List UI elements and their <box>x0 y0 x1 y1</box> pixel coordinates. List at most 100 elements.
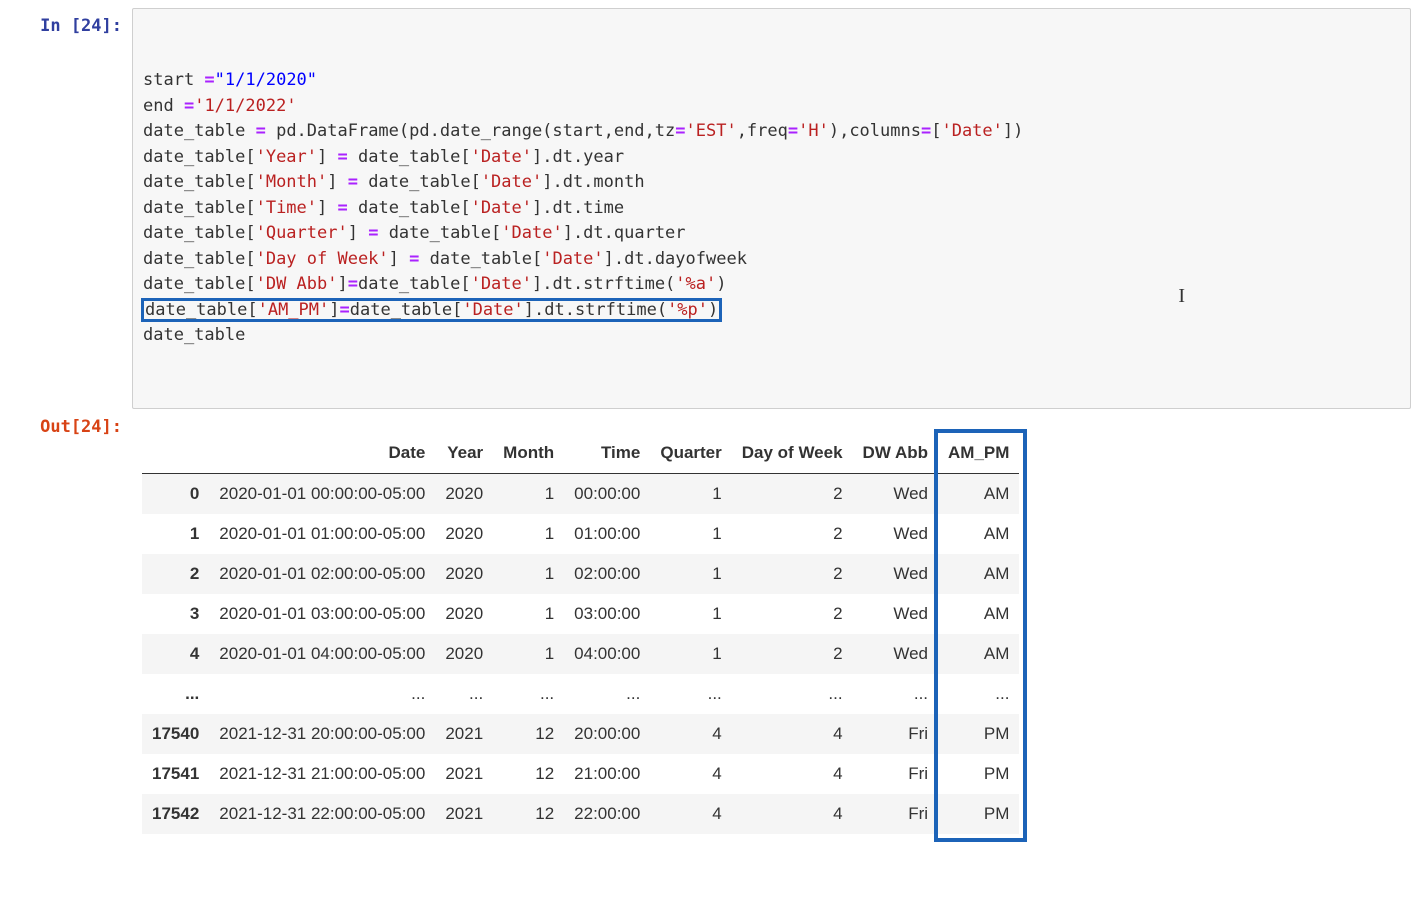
cell: 2 <box>732 634 853 674</box>
table-row: 22020-01-01 02:00:00-05:002020102:00:001… <box>142 554 1019 594</box>
cell: 2021 <box>435 714 493 754</box>
table-row: 42020-01-01 04:00:00-05:002020104:00:001… <box>142 634 1019 674</box>
cell: 4 <box>732 754 853 794</box>
cell: Wed <box>853 473 938 514</box>
cell: 1 <box>493 473 564 514</box>
cell: 2020-01-01 02:00:00-05:00 <box>209 554 435 594</box>
cell: 2021-12-31 21:00:00-05:00 <box>209 754 435 794</box>
cell: ... <box>564 674 650 714</box>
code-line: date_table <box>143 323 1400 349</box>
cell: 1 <box>650 514 731 554</box>
cell: 2020-01-01 00:00:00-05:00 <box>209 473 435 514</box>
cell: Wed <box>853 554 938 594</box>
column-header: Quarter <box>650 433 731 474</box>
cell: 2 <box>732 554 853 594</box>
row-index: 1 <box>142 514 209 554</box>
row-index: 0 <box>142 473 209 514</box>
cell: 4 <box>732 714 853 754</box>
row-index: 3 <box>142 594 209 634</box>
table-row: 175422021-12-31 22:00:00-05:0020211222:0… <box>142 794 1019 834</box>
cell: 21:00:00 <box>564 754 650 794</box>
cell: 04:00:00 <box>564 634 650 674</box>
cell: 2020-01-01 04:00:00-05:00 <box>209 634 435 674</box>
cell: ... <box>732 674 853 714</box>
column-header: DW Abb <box>853 433 938 474</box>
cell: 1 <box>650 554 731 594</box>
input-prompt: In [24]: <box>8 8 132 40</box>
cell: 2021-12-31 22:00:00-05:00 <box>209 794 435 834</box>
row-index: 17540 <box>142 714 209 754</box>
cell: ... <box>938 674 1019 714</box>
cell: 1 <box>650 473 731 514</box>
cell: Wed <box>853 634 938 674</box>
column-header: Day of Week <box>732 433 853 474</box>
cell: AM <box>938 514 1019 554</box>
code-line: date_table['Time'] = date_table['Date'].… <box>143 196 1400 222</box>
table-row: 02020-01-01 00:00:00-05:002020100:00:001… <box>142 473 1019 514</box>
cell: 4 <box>650 794 731 834</box>
code-line: date_table['Quarter'] = date_table['Date… <box>143 221 1400 247</box>
row-index: 17542 <box>142 794 209 834</box>
output-prompt: Out[24]: <box>8 409 132 441</box>
cell: ... <box>493 674 564 714</box>
cell: ... <box>650 674 731 714</box>
cell: 2021-12-31 20:00:00-05:00 <box>209 714 435 754</box>
cell: PM <box>938 754 1019 794</box>
cell: 1 <box>493 514 564 554</box>
cell: 1 <box>493 554 564 594</box>
cell: AM <box>938 473 1019 514</box>
cell: Fri <box>853 794 938 834</box>
cell: AM <box>938 594 1019 634</box>
column-header: Month <box>493 433 564 474</box>
cell: 2 <box>732 594 853 634</box>
cell: 2020-01-01 01:00:00-05:00 <box>209 514 435 554</box>
column-header: AM_PM <box>938 433 1019 474</box>
column-header: Year <box>435 433 493 474</box>
notebook-output-cell: Out[24]: DateYearMonthTimeQuarterDay of … <box>8 409 1411 838</box>
output-area: DateYearMonthTimeQuarterDay of WeekDW Ab… <box>132 409 1411 838</box>
notebook-input-cell: In [24]: start ="1/1/2020"end ='1/1/2022… <box>8 8 1411 409</box>
cell: 4 <box>732 794 853 834</box>
row-index: 4 <box>142 634 209 674</box>
code-editor[interactable]: start ="1/1/2020"end ='1/1/2022'date_tab… <box>132 8 1411 409</box>
cell: 2020 <box>435 554 493 594</box>
cell: 12 <box>493 794 564 834</box>
cell: 01:00:00 <box>564 514 650 554</box>
row-index: 2 <box>142 554 209 594</box>
cell: PM <box>938 714 1019 754</box>
code-line: start ="1/1/2020" <box>143 68 1400 94</box>
cell: 2021 <box>435 754 493 794</box>
cell: 2020 <box>435 473 493 514</box>
cell: 2020 <box>435 514 493 554</box>
cell: 1 <box>650 634 731 674</box>
cell: 2020 <box>435 634 493 674</box>
cell: 4 <box>650 714 731 754</box>
column-header: Time <box>564 433 650 474</box>
table-row: 175402021-12-31 20:00:00-05:0020211220:0… <box>142 714 1019 754</box>
cell: PM <box>938 794 1019 834</box>
code-line: date_table = pd.DataFrame(pd.date_range(… <box>143 119 1400 145</box>
cell: 03:00:00 <box>564 594 650 634</box>
table-row: 175412021-12-31 21:00:00-05:0020211221:0… <box>142 754 1019 794</box>
cell: Fri <box>853 714 938 754</box>
cell: ... <box>853 674 938 714</box>
cell: Wed <box>853 514 938 554</box>
code-line: date_table['Month'] = date_table['Date']… <box>143 170 1400 196</box>
cell: 20:00:00 <box>564 714 650 754</box>
column-header: Date <box>209 433 435 474</box>
cell: 2 <box>732 514 853 554</box>
index-header <box>142 433 209 474</box>
cell: 12 <box>493 714 564 754</box>
highlighted-code: date_table['AM_PM']=date_table['Date'].d… <box>143 300 720 320</box>
cell: Wed <box>853 594 938 634</box>
code-line: end ='1/1/2022' <box>143 94 1400 120</box>
code-line: date_table['Year'] = date_table['Date'].… <box>143 145 1400 171</box>
cell: 4 <box>650 754 731 794</box>
cell: 2020-01-01 03:00:00-05:00 <box>209 594 435 634</box>
table-row: 12020-01-01 01:00:00-05:002020101:00:001… <box>142 514 1019 554</box>
row-index: 17541 <box>142 754 209 794</box>
cell: ... <box>209 674 435 714</box>
cell: AM <box>938 634 1019 674</box>
code-line: date_table['AM_PM']=date_table['Date'].d… <box>143 298 1400 324</box>
cell: 1 <box>493 594 564 634</box>
